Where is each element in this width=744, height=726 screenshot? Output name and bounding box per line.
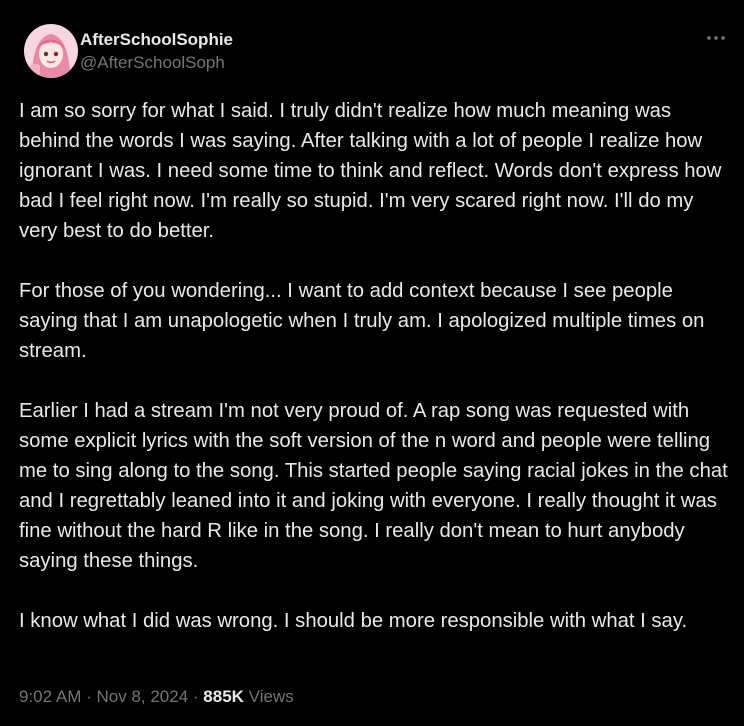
post-body: I am so sorry for what I said. I truly d…	[19, 96, 731, 636]
post-paragraph: I am so sorry for what I said. I truly d…	[19, 100, 722, 242]
author-names: AfterSchoolSophie @AfterSchoolSoph	[80, 30, 233, 74]
more-options-button[interactable]	[704, 26, 728, 50]
post-paragraph: I know what I did was wrong. I should be…	[19, 610, 688, 632]
meta-separator: ·	[188, 687, 204, 706]
views-label: Views	[248, 687, 294, 706]
post-date[interactable]: Nov 8, 2024	[96, 687, 188, 706]
views-count: 885K	[203, 687, 244, 706]
post-meta: 9:02 AM · Nov 8, 2024 · 885K Views	[19, 686, 294, 708]
post-header: AfterSchoolSophie @AfterSchoolSoph	[24, 24, 728, 80]
author-handle[interactable]: @AfterSchoolSoph	[80, 52, 233, 74]
avatar-image	[24, 24, 78, 78]
post-time[interactable]: 9:02 AM	[19, 687, 81, 706]
post-paragraph: For those of you wondering... I want to …	[19, 280, 705, 362]
more-horizontal-icon	[707, 36, 725, 40]
post-paragraph: Earlier I had a stream I'm not very prou…	[19, 400, 728, 572]
meta-separator: ·	[81, 687, 97, 706]
author-display-name[interactable]: AfterSchoolSophie	[80, 30, 233, 50]
avatar[interactable]	[24, 24, 78, 78]
